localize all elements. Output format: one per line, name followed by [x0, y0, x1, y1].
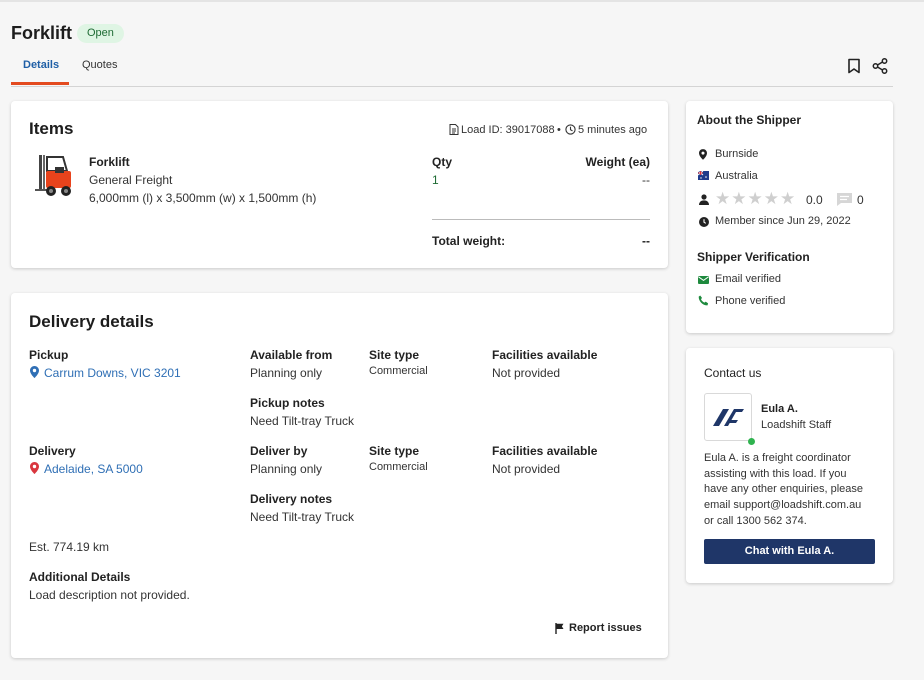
person-icon	[699, 194, 709, 205]
star-icon: ★	[715, 192, 730, 206]
contact-message: Eula A. is a freight coordinator assisti…	[704, 451, 863, 530]
weight-header: Weight (ea)	[586, 155, 650, 169]
member-since: Member since Jun 29, 2022	[715, 215, 851, 227]
tab-quotes[interactable]: Quotes	[82, 59, 117, 71]
shipper-card: About the Shipper Burnside Australia ★ ★…	[686, 101, 893, 333]
star-icon: ★	[748, 192, 763, 206]
location-pin-icon	[699, 149, 707, 160]
report-issues-label: Report issues	[569, 622, 642, 634]
delivery-facilities-value: Not provided	[492, 462, 560, 476]
clock-icon	[565, 124, 576, 135]
items-divider	[432, 219, 650, 220]
delivery-site-type-value: Commercial	[369, 461, 428, 473]
tabs-divider	[11, 86, 893, 87]
clock-icon	[699, 217, 709, 227]
pickup-notes-label: Pickup notes	[250, 396, 325, 410]
deliver-by-value: Planning only	[250, 462, 322, 476]
shipper-country: Australia	[715, 170, 758, 182]
contact-heading: Contact us	[704, 366, 761, 380]
pickup-facilities-label: Facilities available	[492, 348, 597, 362]
comment-icon	[836, 192, 853, 207]
contact-name: Eula A.	[761, 403, 798, 415]
delivery-facilities-label: Facilities available	[492, 444, 597, 458]
report-issues-button[interactable]: Report issues	[555, 622, 642, 634]
bookmark-icon[interactable]	[847, 58, 861, 74]
pickup-facilities-value: Not provided	[492, 366, 560, 380]
star-icon: ★	[780, 192, 795, 206]
delivery-location-link[interactable]: Adelaide, SA 5000	[44, 462, 143, 476]
delivery-notes-label: Delivery notes	[250, 492, 332, 506]
pickup-location-link[interactable]: Carrum Downs, VIC 3201	[44, 366, 181, 380]
chat-button[interactable]: Chat with Eula A.	[704, 539, 875, 564]
available-from-value: Planning only	[250, 366, 322, 380]
email-icon	[698, 276, 709, 284]
additional-details-label: Additional Details	[29, 570, 130, 584]
flag-icon	[698, 171, 709, 180]
active-tab-indicator	[11, 82, 69, 85]
qty-header: Qty	[432, 155, 452, 169]
distance-estimate: Est. 774.19 km	[29, 540, 109, 554]
contact-card: Contact us Eula A. Loadshift Staff Eula …	[686, 348, 893, 583]
verification-heading: Shipper Verification	[697, 250, 810, 264]
delivery-label: Delivery	[29, 444, 76, 458]
avatar	[704, 393, 752, 441]
posted-time: 5 minutes ago	[578, 124, 647, 136]
pickup-site-type-value: Commercial	[369, 365, 428, 377]
star-icon: ★	[731, 192, 746, 206]
pickup-notes-value: Need Tilt-tray Truck	[250, 414, 354, 428]
item-name: Forklift	[89, 155, 130, 169]
meta-separator: •	[557, 124, 561, 136]
pickup-label: Pickup	[29, 348, 68, 362]
status-badge: Open	[77, 24, 124, 43]
location-pin-icon	[30, 366, 39, 378]
item-dimensions: 6,000mm (l) x 3,500mm (w) x 1,500mm (h)	[89, 191, 316, 205]
email-verified: Email verified	[715, 273, 781, 285]
delivery-card: Delivery details Pickup Carrum Downs, VI…	[11, 293, 668, 658]
rating-value: 0.0	[806, 193, 823, 207]
qty-value: 1	[432, 173, 439, 187]
total-weight-label: Total weight:	[432, 234, 505, 248]
document-icon	[449, 124, 459, 135]
phone-verified: Phone verified	[715, 295, 785, 307]
load-id: Load ID: 39017088	[461, 124, 555, 136]
items-heading: Items	[29, 119, 73, 139]
additional-details-value: Load description not provided.	[29, 588, 190, 602]
delivery-notes-value: Need Tilt-tray Truck	[250, 510, 354, 524]
delivery-site-type-label: Site type	[369, 444, 419, 458]
contact-role: Loadshift Staff	[761, 419, 831, 431]
total-weight-value: --	[642, 234, 650, 248]
weight-value: --	[642, 173, 650, 187]
star-icon: ★	[764, 192, 779, 206]
pickup-site-type-label: Site type	[369, 348, 419, 362]
location-pin-icon	[30, 462, 39, 474]
phone-icon	[698, 295, 709, 306]
forklift-image	[35, 153, 75, 199]
top-divider	[0, 0, 924, 2]
online-status-dot	[748, 438, 755, 445]
share-icon[interactable]	[872, 58, 888, 74]
shipper-heading: About the Shipper	[697, 113, 801, 127]
shipper-suburb: Burnside	[715, 148, 758, 160]
items-card: Items Load ID: 39017088 • 5 minutes ago …	[11, 101, 668, 268]
flag-icon	[555, 623, 565, 634]
rating-stars: ★ ★ ★ ★ ★	[715, 192, 795, 206]
page-title: Forklift	[11, 23, 72, 44]
delivery-heading: Delivery details	[29, 312, 154, 332]
tab-details[interactable]: Details	[23, 59, 59, 71]
deliver-by-label: Deliver by	[250, 444, 307, 458]
available-from-label: Available from	[250, 348, 332, 362]
review-count: 0	[857, 193, 864, 207]
item-category: General Freight	[89, 173, 172, 187]
